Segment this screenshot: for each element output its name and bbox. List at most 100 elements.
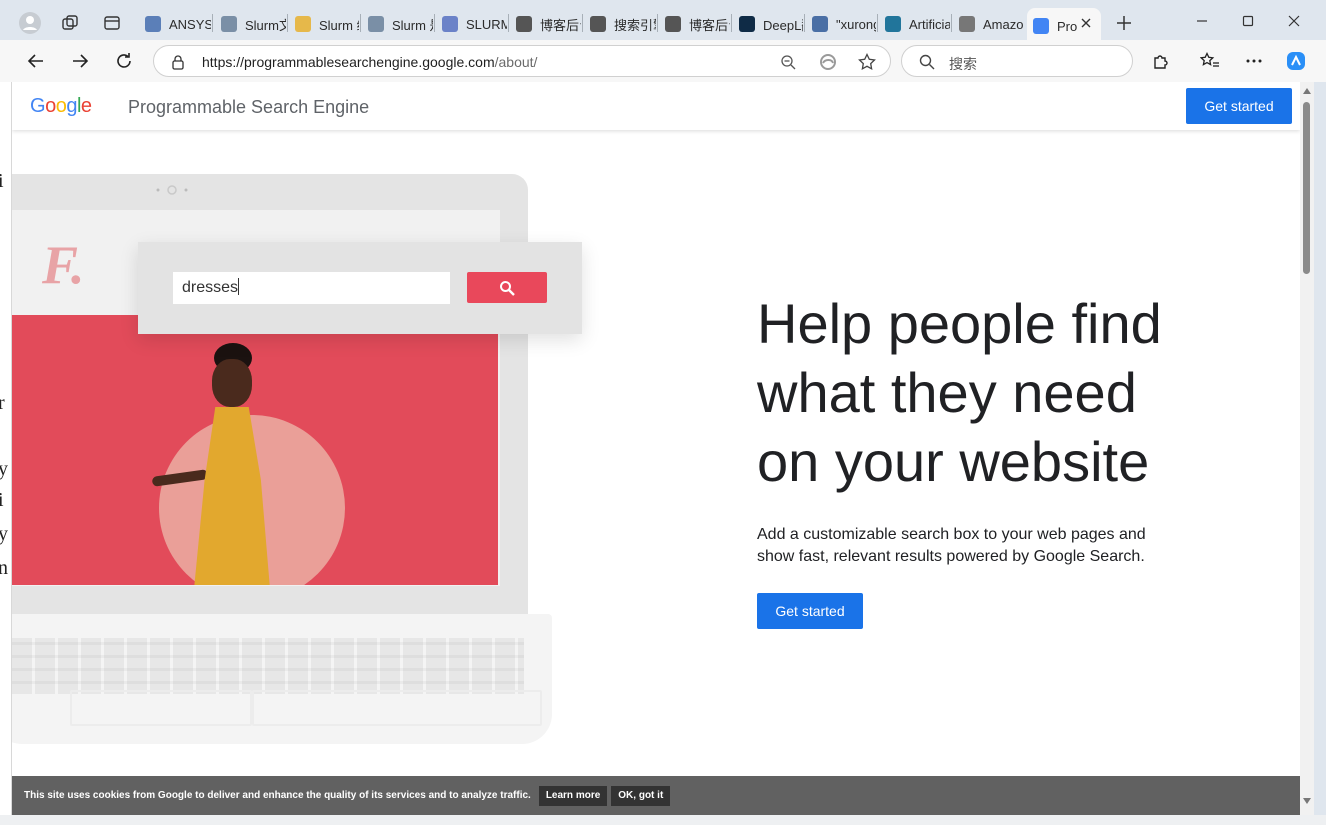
puzzle-icon bbox=[1154, 55, 1168, 69]
demo-search-input: dresses bbox=[173, 272, 450, 304]
tab-label: Slurm 是 bbox=[392, 17, 433, 33]
zoom-out-icon[interactable] bbox=[780, 54, 796, 70]
slurm-icon bbox=[221, 16, 237, 32]
slurm-icon bbox=[368, 16, 384, 32]
headline-line: what they need bbox=[757, 361, 1137, 424]
cookie-banner: This site uses cookies from Google to de… bbox=[12, 776, 1300, 815]
tab-label: Slurm文 bbox=[245, 17, 286, 33]
scroll-down-icon[interactable] bbox=[1303, 798, 1311, 804]
leaf-icon bbox=[590, 16, 606, 32]
tab-label: DeepL翻 bbox=[763, 17, 803, 33]
tab-separator bbox=[582, 14, 583, 32]
url-path: /about/ bbox=[494, 54, 538, 70]
demo-query: dresses bbox=[182, 279, 239, 296]
browser-tab[interactable]: Slurm 是 bbox=[362, 8, 433, 40]
star-icon[interactable] bbox=[858, 53, 876, 71]
copilot-icon bbox=[1287, 52, 1305, 70]
browser-tab[interactable]: "xurong bbox=[806, 8, 876, 40]
edge-glyph: i bbox=[0, 489, 4, 512]
address-bar[interactable]: https://programmablesearchengine.google.… bbox=[153, 45, 891, 77]
product-name[interactable]: Programmable Search Engine bbox=[128, 97, 369, 118]
search-icon bbox=[919, 54, 935, 70]
browser-tab[interactable]: Artificia bbox=[879, 8, 950, 40]
hero-description: Add a customizable search box to your we… bbox=[757, 524, 1177, 568]
tab-label: Pro bbox=[1057, 18, 1078, 34]
close-icon bbox=[1081, 18, 1091, 28]
page-scrollbar[interactable] bbox=[1300, 82, 1314, 815]
scroll-thumb[interactable] bbox=[1303, 102, 1310, 274]
tab-label: 博客后台 bbox=[540, 17, 581, 33]
maximize-button[interactable] bbox=[1225, 6, 1271, 36]
edge-icon[interactable] bbox=[819, 53, 837, 71]
robot-icon bbox=[145, 16, 161, 32]
tab-label: 搜索引擎 bbox=[614, 17, 656, 33]
extensions-button[interactable] bbox=[1145, 45, 1177, 77]
profile-button[interactable] bbox=[15, 8, 45, 38]
edge-glyph: y bbox=[0, 458, 8, 481]
browser-search-box[interactable]: 搜索 bbox=[901, 45, 1133, 77]
folder-icon bbox=[295, 16, 311, 32]
close-window-button[interactable] bbox=[1271, 6, 1317, 36]
tab-separator bbox=[877, 14, 878, 32]
background-window-edge: i r y i y n bbox=[0, 82, 12, 825]
laptop-trackpad bbox=[70, 690, 252, 726]
browser-tab[interactable]: ANSYS bbox=[139, 8, 211, 40]
refresh-icon bbox=[117, 53, 131, 68]
browser-tab[interactable]: DeepL翻 bbox=[733, 8, 803, 40]
lock-icon[interactable] bbox=[171, 54, 185, 70]
copilot-button[interactable] bbox=[1280, 45, 1312, 77]
tab-label: "xurong bbox=[836, 16, 876, 32]
tab-strip: ANSYS Slurm文 Slurm 绪 Slurm 是 SLURM 博客后台 搜索引擎 博客… bbox=[0, 0, 1326, 44]
cookie-message: This site uses cookies from Google to de… bbox=[24, 790, 531, 801]
workspaces-icon bbox=[62, 15, 78, 30]
favorites-button[interactable] bbox=[1194, 45, 1226, 77]
url-host: https://programmablesearchengine.google.… bbox=[202, 54, 495, 70]
more-menu-button[interactable] bbox=[1238, 45, 1270, 77]
more-icon bbox=[1246, 59, 1262, 63]
learn-more-button[interactable]: Learn more bbox=[538, 785, 608, 806]
vertical-tabs-button[interactable] bbox=[97, 8, 127, 38]
browser-tab[interactable]: Slurm 绪 bbox=[289, 8, 359, 40]
browser-tab[interactable]: Slurm文 bbox=[215, 8, 286, 40]
circle-logo-icon bbox=[442, 16, 458, 32]
url-text[interactable]: https://programmablesearchengine.google.… bbox=[202, 54, 537, 70]
workspaces-button[interactable] bbox=[55, 8, 85, 38]
forward-button[interactable] bbox=[64, 45, 96, 77]
browser-tab[interactable]: Amazon bbox=[953, 8, 1024, 40]
new-tab-button[interactable] bbox=[1111, 10, 1137, 36]
ok-got-it-button[interactable]: OK, got it bbox=[611, 785, 671, 806]
tab-separator bbox=[287, 14, 288, 32]
amazon-icon bbox=[959, 16, 975, 32]
arrow-right-icon bbox=[73, 54, 89, 68]
refresh-button[interactable] bbox=[108, 45, 140, 77]
browser-tab[interactable]: 博客后台 bbox=[510, 8, 581, 40]
logo-letter: o bbox=[55, 95, 67, 117]
edge-glyph: r bbox=[0, 392, 5, 415]
browser-tab[interactable]: SLURM bbox=[436, 8, 507, 40]
close-tab-button[interactable] bbox=[1078, 15, 1094, 31]
scroll-up-icon[interactable] bbox=[1303, 88, 1311, 94]
toolbar: https://programmablesearchengine.google.… bbox=[0, 40, 1326, 82]
logo-letter: G bbox=[30, 95, 46, 117]
minimize-button[interactable] bbox=[1179, 6, 1225, 36]
tab-label: ANSYS bbox=[169, 16, 211, 32]
tab-actions-icon bbox=[104, 16, 120, 30]
camera-icon bbox=[156, 185, 188, 195]
maximize-icon bbox=[1242, 15, 1254, 27]
hero-get-started-button[interactable]: Get started bbox=[757, 593, 863, 629]
tab-label: Slurm 绪 bbox=[319, 17, 359, 33]
back-button[interactable] bbox=[20, 45, 52, 77]
tab-separator bbox=[360, 14, 361, 32]
tab-separator bbox=[212, 14, 213, 32]
google-logo[interactable]: Google bbox=[30, 95, 92, 118]
browser-tab[interactable]: 搜索引擎 bbox=[584, 8, 656, 40]
site-header: Google Programmable Search Engine Get st… bbox=[12, 82, 1300, 130]
tab-separator bbox=[951, 14, 952, 32]
description-line: show fast, relevant results powered by G… bbox=[757, 548, 1145, 565]
browser-tab[interactable]: 博客后台 bbox=[659, 8, 730, 40]
text-caret bbox=[238, 278, 240, 295]
header-get-started-button[interactable]: Get started bbox=[1186, 88, 1292, 124]
tab-separator bbox=[657, 14, 658, 32]
laptop-palmrest bbox=[252, 690, 542, 726]
search-icon bbox=[812, 16, 828, 32]
